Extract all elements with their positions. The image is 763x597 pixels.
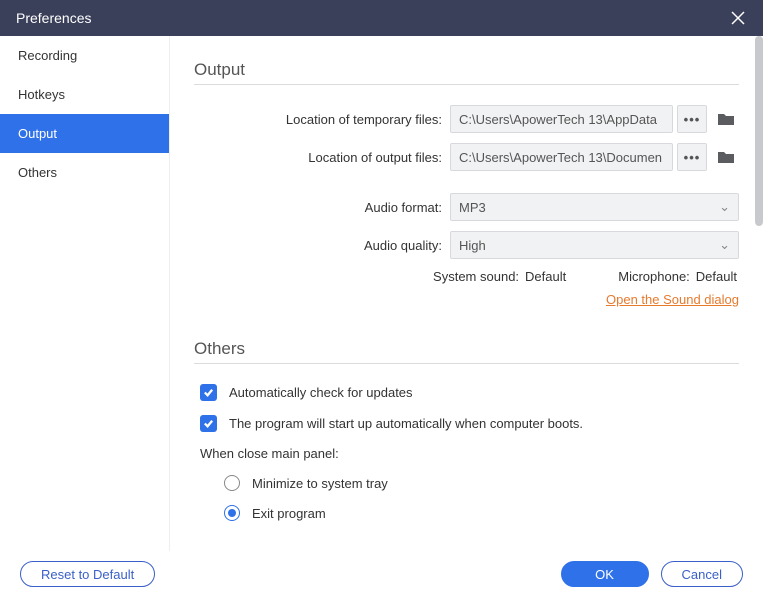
- sidebar-item-hotkeys[interactable]: Hotkeys: [0, 75, 169, 114]
- reset-button[interactable]: Reset to Default: [20, 561, 155, 587]
- scrollbar-thumb[interactable]: [755, 36, 763, 226]
- system-sound-label: System sound:: [433, 269, 519, 284]
- minimize-radio-label: Minimize to system tray: [252, 476, 388, 491]
- output-files-label: Location of output files:: [194, 150, 450, 165]
- sidebar-item-recording[interactable]: Recording: [0, 36, 169, 75]
- audio-quality-select[interactable]: High ⌄: [450, 231, 739, 259]
- sidebar: Recording Hotkeys Output Others: [0, 36, 170, 560]
- microphone-value: Default: [696, 269, 737, 284]
- footer: Reset to Default OK Cancel: [0, 551, 763, 597]
- cancel-button[interactable]: Cancel: [661, 561, 743, 587]
- sidebar-item-output[interactable]: Output: [0, 114, 169, 153]
- chevron-down-icon: ⌄: [719, 199, 730, 215]
- section-title-others: Others: [194, 339, 739, 364]
- content-pane: Output Location of temporary files: C:\U…: [170, 36, 763, 560]
- audio-format-select[interactable]: MP3 ⌄: [450, 193, 739, 221]
- temp-files-path[interactable]: C:\Users\ApowerTech 13\AppData: [450, 105, 673, 133]
- chevron-down-icon: ⌄: [719, 237, 730, 253]
- sidebar-item-others[interactable]: Others: [0, 153, 169, 192]
- output-open-folder-icon[interactable]: [713, 143, 739, 171]
- scrollbar[interactable]: [755, 36, 763, 466]
- exit-radio-label: Exit program: [252, 506, 326, 521]
- temp-files-label: Location of temporary files:: [194, 112, 450, 127]
- ok-button[interactable]: OK: [561, 561, 649, 587]
- microphone-label: Microphone:: [618, 269, 690, 284]
- startup-label: The program will start up automatically …: [229, 416, 583, 431]
- section-title-output: Output: [194, 60, 739, 85]
- open-sound-dialog-link[interactable]: Open the Sound dialog: [606, 292, 739, 307]
- temp-open-folder-icon[interactable]: [713, 105, 739, 133]
- temp-browse-button[interactable]: •••: [677, 105, 707, 133]
- audio-quality-label: Audio quality:: [194, 238, 450, 253]
- startup-checkbox[interactable]: [200, 415, 217, 432]
- auto-update-checkbox[interactable]: [200, 384, 217, 401]
- exit-radio[interactable]: [224, 505, 240, 521]
- system-sound-value: Default: [525, 269, 566, 284]
- minimize-radio[interactable]: [224, 475, 240, 491]
- audio-quality-value: High: [459, 238, 486, 253]
- output-files-path[interactable]: C:\Users\ApowerTech 13\Documen: [450, 143, 673, 171]
- auto-update-label: Automatically check for updates: [229, 385, 413, 400]
- titlebar: Preferences: [0, 0, 763, 36]
- audio-format-label: Audio format:: [194, 200, 450, 215]
- window-title: Preferences: [16, 10, 91, 26]
- close-panel-label: When close main panel:: [194, 446, 739, 461]
- audio-format-value: MP3: [459, 200, 486, 215]
- output-browse-button[interactable]: •••: [677, 143, 707, 171]
- close-icon[interactable]: [729, 9, 747, 27]
- sound-status-row: System sound: Default Microphone: Defaul…: [194, 269, 739, 284]
